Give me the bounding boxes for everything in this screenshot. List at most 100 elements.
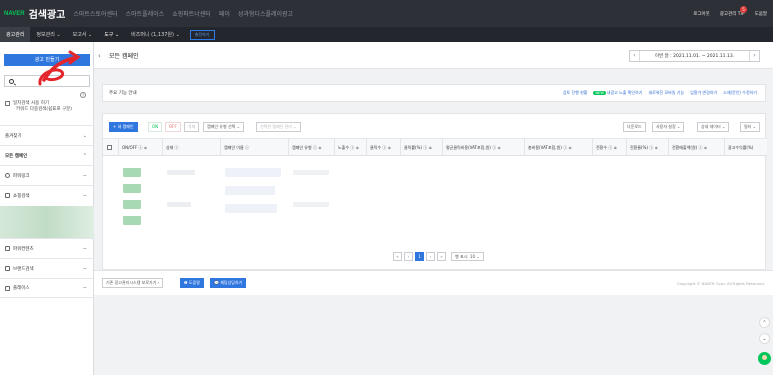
col-onoff[interactable]: ON/OFF ⓘ ≑ — [119, 139, 163, 156]
top-link-display-ads[interactable]: 성과형디스플레이광고 — [238, 9, 293, 18]
top-bar: NAVER 검색광고 스마트스토어센터 스마트플레이스 쇼핑파트너센터 페이 성… — [0, 0, 773, 27]
detail-data-select[interactable]: 상세 데이터 ⌄ — [697, 122, 730, 132]
chevron-down-icon: ⌄ — [82, 132, 87, 139]
download-button[interactable]: 다운로드 — [623, 122, 646, 132]
help-link[interactable]: 도움말 — [755, 11, 767, 17]
sidebar: 광고 만들기 ? 일치검색 사용 허기 키워드 다중검색(쉼표로 구분) 즐겨찾… — [0, 42, 94, 375]
naver-logo[interactable]: NAVER — [4, 11, 25, 17]
ad-exposure-link[interactable]: NEW 내광고 노출 확인하기 — [593, 90, 642, 96]
new-badge: NEW — [593, 91, 606, 95]
col-campaign-name[interactable]: 캠페인 이름 ⓘ — [221, 139, 289, 156]
sidebar-item-label: 브랜드검색 — [13, 266, 34, 272]
edit-creative-link[interactable]: 소재(문안) 수정하기 — [723, 90, 757, 96]
col-conversion-revenue[interactable]: 전환매출액(원) ⓘ ≑ — [669, 139, 725, 156]
chatbot-icon[interactable] — [758, 352, 771, 365]
collapse-icon[interactable]: − — [83, 285, 87, 291]
col-clicks[interactable]: 클릭수 ⓘ ≑ — [367, 139, 401, 156]
rows-per-page-select[interactable]: 행 표시: 10 ⌄ — [451, 252, 484, 261]
footer-help-button[interactable]: ❶ 도움말 — [180, 278, 204, 288]
selected-campaign-manage[interactable]: 선택한 캠페인 관리 ⌄ — [256, 122, 301, 132]
select-all-cell — [103, 139, 119, 156]
search-input[interactable] — [4, 75, 90, 87]
blurred-name[interactable] — [225, 168, 281, 177]
date-range-picker[interactable]: ‹ 이번 달 : 2021.11.01. ~ 2021.11.13. › — [629, 50, 760, 62]
old-system-button[interactable]: 기존 광고관리시스템 보로가기 › — [102, 278, 164, 288]
create-ad-button[interactable]: 광고 만들기 — [4, 54, 90, 66]
delete-button[interactable]: 삭제 — [184, 122, 200, 132]
filter-select[interactable]: 필터 ⌄ — [740, 122, 760, 132]
col-conversion-rate[interactable]: 전환율(%) ⓘ ≑ — [627, 139, 669, 156]
blurred-toggle[interactable] — [123, 184, 141, 193]
sidebar-all-campaigns[interactable]: 모든 캠페인 ⌃ — [0, 145, 94, 165]
col-conversions[interactable]: 전환수 ⓘ ≑ — [593, 139, 627, 156]
sidebar-item-place[interactable]: 플레이스 − — [0, 278, 94, 298]
bid-change-link[interactable]: 입찰가 변경하기 — [690, 90, 717, 96]
top-link-smartplace[interactable]: 스마트플레이스 — [126, 9, 165, 18]
sidebar-favorites[interactable]: 즐겨찾기 ⌄ — [0, 125, 94, 145]
nav-reports[interactable]: 보고서 ⌄ — [67, 27, 99, 42]
table-toolbar: + 새 캠페인 ON OFF 삭제 캠페인 유형 선택 ⌄ 선택한 캠페인 관리… — [103, 114, 767, 139]
chat-consult-button[interactable]: 💬 채팅상담하기 — [210, 278, 247, 288]
col-total-cost[interactable]: 총비용(VAT포함,원) ⓘ ≑ — [525, 139, 593, 156]
sidebar-item-label: 쇼핑검색 — [13, 193, 30, 199]
user-setting-select[interactable]: 사용자 설정 ⌄ — [652, 122, 685, 132]
back-icon[interactable]: ‹ — [98, 52, 101, 60]
blurred-name[interactable] — [225, 186, 275, 195]
top-link-smartstore[interactable]: 스마트스토어센터 — [73, 9, 117, 18]
new-campaign-button[interactable]: + 새 캠페인 — [109, 122, 138, 132]
collapse-icon[interactable]: − — [83, 246, 87, 252]
charge-button[interactable]: 충전하기 — [189, 29, 215, 40]
select-all-checkbox[interactable] — [107, 145, 112, 150]
top-link-shopping-partner[interactable]: 쇼핑파트너센터 — [172, 9, 211, 18]
review-status-link[interactable]: 검토 진행 현황 — [563, 90, 588, 96]
col-avg-cpc[interactable]: 평균클릭비용(VAT포함,원) ⓘ ≑ — [443, 139, 525, 156]
off-button[interactable]: OFF — [165, 122, 181, 132]
blurred-name[interactable] — [225, 204, 277, 213]
col-campaign-type[interactable]: 캠페인 유형 ⓘ ≑ — [289, 139, 335, 156]
sidebar-item-powerlink[interactable]: 파워링크 − — [0, 165, 94, 185]
blurred-type — [293, 170, 329, 175]
info-icon[interactable]: ? — [80, 92, 86, 98]
logout-link[interactable]: 로그아웃 — [693, 11, 710, 17]
chevron-up-icon: ⌃ — [82, 152, 87, 159]
prev-page-button[interactable]: ‹ — [404, 252, 413, 261]
mobile-features-link[interactable]: 새로워진 모바일 기능 — [648, 90, 684, 96]
collapse-icon[interactable]: − — [83, 266, 87, 272]
brand[interactable]: NAVER 검색광고 — [4, 0, 73, 27]
next-page-button[interactable]: › — [426, 252, 435, 261]
sidebar-item-powercontent[interactable]: 파워컨텐츠 − — [0, 238, 94, 258]
date-prev-icon[interactable]: ‹ — [630, 51, 640, 61]
col-ctr[interactable]: 클릭률(%) ⓘ ≑ — [401, 139, 443, 156]
doc-icon — [5, 246, 10, 251]
nav-bizmoney[interactable]: 비즈머니 (1,137원) ⌄ — [125, 27, 186, 42]
col-status[interactable]: 상태 ⓘ — [163, 139, 221, 156]
scroll-up-icon[interactable]: ⌃ — [759, 317, 770, 328]
all-campaigns-label: 모든 캠페인 — [5, 153, 28, 159]
sidebar-item-shopping[interactable]: 쇼핑검색 − — [0, 185, 94, 205]
blurred-toggle[interactable] — [123, 200, 141, 209]
date-range-label[interactable]: 이번 달 : 2021.11.01. ~ 2021.11.13. — [640, 53, 749, 59]
blurred-toggle[interactable] — [123, 216, 141, 225]
nav-tools[interactable]: 도구 ⌄ — [98, 27, 125, 42]
blurred-toggle[interactable] — [123, 168, 141, 177]
campaign-type-select[interactable]: 캠페인 유형 선택 ⌄ — [203, 122, 244, 132]
col-impressions[interactable]: 노출수 ⓘ ≑ — [335, 139, 367, 156]
sidebar-item-brandsearch[interactable]: 브랜드검색 − — [0, 258, 94, 278]
collapse-icon[interactable]: − — [83, 193, 87, 199]
collapse-icon[interactable]: − — [83, 173, 87, 179]
last-page-button[interactable]: » — [437, 252, 446, 261]
brand-icon — [5, 266, 10, 271]
date-next-icon[interactable]: › — [749, 51, 759, 61]
nav-info-management[interactable]: 정보관리 ⌄ — [30, 27, 66, 42]
nav-ad-management[interactable]: 광고관리 — [0, 27, 31, 42]
exact-match-checkbox[interactable] — [5, 101, 10, 106]
page-1-button[interactable]: 1 — [415, 252, 424, 261]
top-link-pay[interactable]: 페이 — [219, 9, 230, 18]
app-title[interactable]: 검색광고 — [29, 6, 66, 21]
on-button[interactable]: ON — [148, 122, 163, 132]
table-body-blurred — [103, 156, 767, 234]
main-nav: 광고관리 정보관리 ⌄ 보고서 ⌄ 도구 ⌄ 비즈머니 (1,137원) ⌄ 충… — [0, 27, 773, 42]
first-page-button[interactable]: « — [393, 252, 402, 261]
col-roas[interactable]: 광고수익률(%) — [725, 139, 767, 156]
scroll-down-icon[interactable]: ⌄ — [759, 333, 770, 344]
